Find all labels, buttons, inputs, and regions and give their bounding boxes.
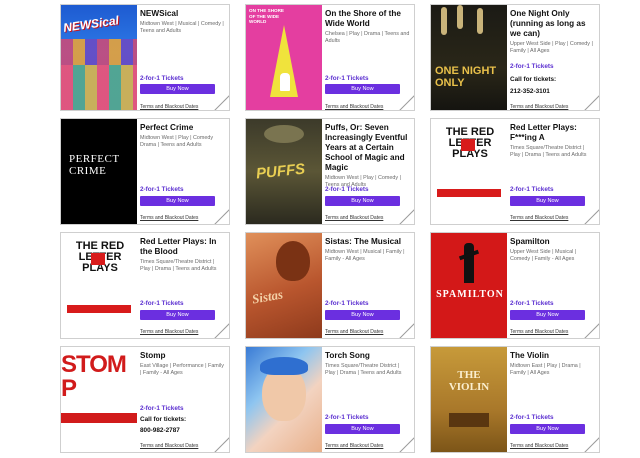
show-title[interactable]: Stomp <box>140 351 225 361</box>
show-meta: Midtown West | Play | Comedy Drama | Tee… <box>140 135 214 148</box>
poster-red-letter-plays-blood[interactable]: THE RED LETTER PLAYS <box>61 233 137 338</box>
show-card-newsical[interactable]: NEWSical NEWSical Midtown West | Musical… <box>60 4 230 111</box>
deal-label: 2-for-1 Tickets <box>140 405 184 412</box>
show-card-one-night-only[interactable]: ONE NIGHT ONLY One Night Only (running a… <box>430 4 600 111</box>
buy-now-button[interactable]: Buy Now <box>325 84 400 94</box>
deal-label: 2-for-1 Tickets <box>140 186 184 193</box>
show-meta: Midtown West | Musical | Comedy | Teens … <box>140 21 224 34</box>
show-title[interactable]: On the Shore of the Wide World <box>325 9 410 29</box>
show-meta: Midtown West | Musical | Family | Family… <box>325 249 405 262</box>
deal-label: 2-for-1 Tickets <box>510 300 554 307</box>
show-meta: Upper West Side | Musical | Comedy | Fam… <box>510 249 577 262</box>
show-card-the-violin[interactable]: THE VIOLIN The Violin Midtown East | Pla… <box>430 346 600 453</box>
show-card-red-letter-plays-fing-a[interactable]: THE RED LETTER PLAYS Red Letter Plays: F… <box>430 118 600 225</box>
poster-torch-song[interactable] <box>246 347 322 452</box>
poster-sistas[interactable]: Sistas <box>246 233 322 338</box>
poster-on-the-shore[interactable]: ON THE SHORE OF THE WIDE WORLD <box>246 5 322 110</box>
poster-spamilton[interactable]: SPAMILTON <box>431 233 507 338</box>
show-title[interactable]: Sistas: The Musical <box>325 237 410 247</box>
terms-link[interactable]: Terms and Blackout Dates <box>510 104 568 110</box>
deal-label: 2-for-1 Tickets <box>325 186 369 193</box>
poster-one-night-only[interactable]: ONE NIGHT ONLY <box>431 5 507 110</box>
show-meta: Times Square/Theatre District | Play | D… <box>510 145 587 158</box>
deal-label: 2-for-1 Tickets <box>510 414 554 421</box>
terms-link[interactable]: Terms and Blackout Dates <box>510 329 568 335</box>
show-card-puffs[interactable]: PUFFS Puffs, Or: Seven Increasingly Even… <box>245 118 415 225</box>
poster-perfect-crime-title: PERFECT CRIME <box>69 153 120 177</box>
buy-now-button[interactable]: Buy Now <box>140 84 215 94</box>
show-title[interactable]: Red Letter Plays: F***ing A <box>510 123 595 143</box>
poster-puffs-title: PUFFS <box>255 160 306 183</box>
show-meta: Chelsea | Play | Drama | Teens and Adult… <box>325 31 410 44</box>
buy-now-button[interactable]: Buy Now <box>510 196 585 206</box>
deal-label: 2-for-1 Tickets <box>510 63 554 70</box>
terms-link[interactable]: Terms and Blackout Dates <box>140 215 198 221</box>
show-meta: Times Square/Theatre District | Play | D… <box>140 259 217 272</box>
show-card-stomp[interactable]: STOMP Stomp East Village | Performance |… <box>60 346 230 453</box>
buy-now-button[interactable]: Buy Now <box>510 310 585 320</box>
show-grid: NEWSical NEWSical Midtown West | Musical… <box>0 0 640 458</box>
call-for-tickets-label: Call for tickets: <box>510 76 557 83</box>
poster-the-violin-title: THE VIOLIN <box>448 369 490 393</box>
deal-label: 2-for-1 Tickets <box>140 75 184 82</box>
poster-newsical-logo: NEWSical <box>62 13 120 35</box>
poster-newsical[interactable]: NEWSical <box>61 5 137 110</box>
poster-sistas-title: Sistas <box>250 286 285 307</box>
terms-link[interactable]: Terms and Blackout Dates <box>325 329 383 335</box>
terms-link[interactable]: Terms and Blackout Dates <box>510 215 568 221</box>
buy-now-button[interactable]: Buy Now <box>140 310 215 320</box>
deal-label: 2-for-1 Tickets <box>325 75 369 82</box>
show-card-spamilton[interactable]: SPAMILTON Spamilton Upper West Side | Mu… <box>430 232 600 339</box>
buy-now-button[interactable]: Buy Now <box>325 310 400 320</box>
call-for-tickets-label: Call for tickets: <box>140 416 187 423</box>
show-card-perfect-crime[interactable]: PERFECT CRIME Perfect Crime Midtown West… <box>60 118 230 225</box>
poster-stomp[interactable]: STOMP <box>61 347 137 452</box>
terms-link[interactable]: Terms and Blackout Dates <box>325 215 383 221</box>
show-meta: Upper West Side | Play | Comedy | Family… <box>510 41 593 54</box>
terms-link[interactable]: Terms and Blackout Dates <box>325 443 383 449</box>
show-title[interactable]: Torch Song <box>325 351 410 361</box>
buy-now-button[interactable]: Buy Now <box>140 196 215 206</box>
show-title[interactable]: Perfect Crime <box>140 123 225 133</box>
show-card-sistas[interactable]: Sistas Sistas: The Musical Midtown West … <box>245 232 415 339</box>
show-title[interactable]: NEWSical <box>140 9 225 19</box>
show-card-red-letter-plays-in-the-blood[interactable]: THE RED LETTER PLAYS Red Letter Plays: I… <box>60 232 230 339</box>
deal-label: 2-for-1 Tickets <box>325 414 369 421</box>
terms-link[interactable]: Terms and Blackout Dates <box>140 443 198 449</box>
poster-the-violin[interactable]: THE VIOLIN <box>431 347 507 452</box>
poster-on-the-shore-title: ON THE SHORE OF THE WIDE WORLD <box>249 8 284 25</box>
buy-now-button[interactable]: Buy Now <box>325 196 400 206</box>
show-title[interactable]: Spamilton <box>510 237 595 247</box>
phone-number[interactable]: 212-352-3101 <box>510 86 550 97</box>
poster-perfect-crime[interactable]: PERFECT CRIME <box>61 119 137 224</box>
poster-stomp-title: STOMP <box>61 351 127 402</box>
terms-link[interactable]: Terms and Blackout Dates <box>325 104 383 110</box>
poster-one-night-only-title: ONE NIGHT ONLY <box>435 65 497 89</box>
show-title[interactable]: The Violin <box>510 351 595 361</box>
buy-now-button[interactable]: Buy Now <box>510 424 585 434</box>
poster-puffs[interactable]: PUFFS <box>246 119 322 224</box>
poster-spamilton-title: SPAMILTON <box>436 289 504 300</box>
show-card-torch-song[interactable]: Torch Song Times Square/Theatre District… <box>245 346 415 453</box>
show-meta: East Village | Performance | Family | Fa… <box>140 363 224 376</box>
terms-link[interactable]: Terms and Blackout Dates <box>140 329 198 335</box>
buy-now-button[interactable]: Buy Now <box>325 424 400 434</box>
show-meta: Midtown East | Play | Drama | Family | A… <box>510 363 581 376</box>
show-meta: Times Square/Theatre District | Play | D… <box>325 363 402 376</box>
poster-red-letter-plays-a[interactable]: THE RED LETTER PLAYS <box>431 119 507 224</box>
terms-link[interactable]: Terms and Blackout Dates <box>140 104 198 110</box>
deal-label: 2-for-1 Tickets <box>140 300 184 307</box>
phone-number[interactable]: 800-982-2787 <box>140 425 180 436</box>
terms-link[interactable]: Terms and Blackout Dates <box>510 443 568 449</box>
show-title[interactable]: One Night Only (running as long as we ca… <box>510 9 595 39</box>
show-card-on-the-shore[interactable]: ON THE SHORE OF THE WIDE WORLD On the Sh… <box>245 4 415 111</box>
deal-label: 2-for-1 Tickets <box>510 186 554 193</box>
show-title[interactable]: Puffs, Or: Seven Increasingly Eventful Y… <box>325 123 410 173</box>
show-title[interactable]: Red Letter Plays: In the Blood <box>140 237 225 257</box>
deal-label: 2-for-1 Tickets <box>325 300 369 307</box>
